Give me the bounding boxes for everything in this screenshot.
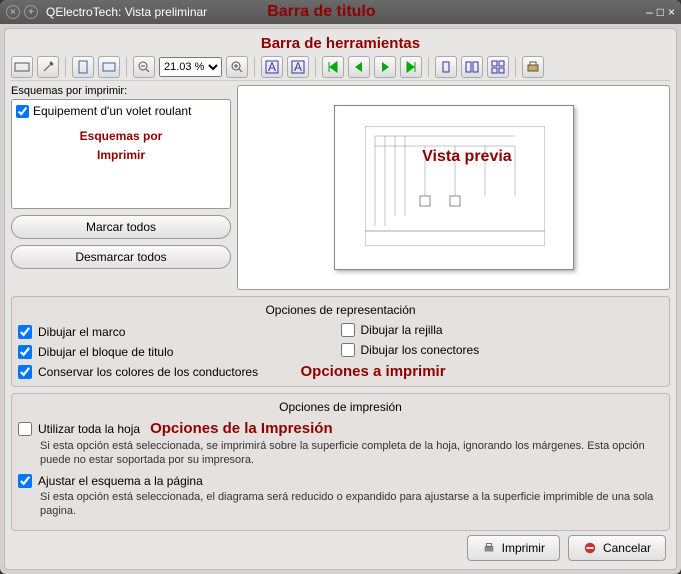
prev-page-icon[interactable] xyxy=(348,56,370,78)
print-icon[interactable] xyxy=(522,56,544,78)
zoom-out-icon[interactable] xyxy=(133,56,155,78)
tree-item-label: Equipement d'un volet roulant xyxy=(33,104,191,118)
use-all-desc: Si esta opción está seleccionada, se imp… xyxy=(40,439,663,468)
titlebar: × + QElectroTech: Vista preliminar Barra… xyxy=(0,0,681,24)
text-a2-icon[interactable]: A xyxy=(287,56,309,78)
preview-annotation: Vista previa xyxy=(422,148,512,166)
preview-canvas xyxy=(334,105,574,270)
minimize-icon[interactable]: – xyxy=(646,5,653,19)
layout-grid-icon[interactable] xyxy=(487,56,509,78)
footer: Imprimir Cancelar xyxy=(467,535,666,561)
chk-titleblock[interactable]: Dibujar el bloque de titulo xyxy=(18,345,341,359)
impr-annotation: Opciones de la Impresión xyxy=(150,420,333,437)
schemas-tree[interactable]: Equipement d'un volet roulant Esquemas p… xyxy=(11,99,231,209)
zoom-select[interactable]: 21.03 % xyxy=(159,57,222,77)
page-landscape-icon[interactable] xyxy=(98,56,120,78)
close2-icon[interactable]: × xyxy=(668,5,675,19)
dialog-body: Barra de herramientas 21.03 % A A Esquem… xyxy=(4,28,677,570)
chk-use-all[interactable]: Utilizar toda la hoja xyxy=(18,422,140,436)
page-portrait-icon[interactable] xyxy=(72,56,94,78)
layout-single-icon[interactable] xyxy=(435,56,457,78)
tree-annotation: Esquemas porImprimir xyxy=(16,126,226,164)
chk-colors[interactable]: Conservar los colores de los conductores xyxy=(18,365,341,379)
chk-connectors[interactable]: Dibujar los conectores xyxy=(341,343,664,357)
next-page-icon[interactable] xyxy=(374,56,396,78)
tree-item[interactable]: Equipement d'un volet roulant xyxy=(16,104,226,118)
schemas-label: Esquemas por imprimir: xyxy=(11,85,231,97)
print-button[interactable]: Imprimir xyxy=(467,535,560,561)
window-chrome: Barra de herramientas 21.03 % A A Esquem… xyxy=(0,24,681,574)
cancel-button[interactable]: Cancelar xyxy=(568,535,666,561)
window-title: QElectroTech: Vista preliminar xyxy=(46,5,207,19)
mark-all-button[interactable]: Marcar todos xyxy=(11,215,231,239)
tree-item-checkbox[interactable] xyxy=(16,105,29,118)
text-a1-icon[interactable]: A xyxy=(261,56,283,78)
impr-title: Opciones de impresión xyxy=(18,400,663,414)
repr-annotation: Opciones a imprimir xyxy=(301,363,664,380)
representation-section: Opciones de representación Dibujar el ma… xyxy=(11,296,670,387)
close-icon[interactable]: × xyxy=(6,5,20,19)
last-page-icon[interactable] xyxy=(400,56,422,78)
svg-text:A: A xyxy=(294,60,302,74)
chk-frame[interactable]: Dibujar el marco xyxy=(18,325,341,339)
layout-double-icon[interactable] xyxy=(461,56,483,78)
zoom-in-icon[interactable] xyxy=(226,56,248,78)
toolbar: 21.03 % A A xyxy=(11,54,670,81)
toolbar-annotation: Barra de herramientas xyxy=(11,35,670,52)
first-page-icon[interactable] xyxy=(322,56,344,78)
preview-area: Vista previa xyxy=(237,85,670,290)
print-section: Opciones de impresión Utilizar toda la h… xyxy=(11,393,670,531)
chk-grid[interactable]: Dibujar la rejilla xyxy=(341,323,664,337)
titlebar-annotation: Barra de titulo xyxy=(267,3,375,21)
view-wide-icon[interactable] xyxy=(11,56,33,78)
plus-icon[interactable]: + xyxy=(24,5,38,19)
maximize-icon[interactable]: □ xyxy=(657,5,664,19)
unmark-all-button[interactable]: Desmarcar todos xyxy=(11,245,231,269)
cancel-icon xyxy=(583,541,597,555)
fit-desc: Si esta opción está seleccionada, el dia… xyxy=(40,490,663,519)
printer-icon xyxy=(482,541,496,555)
repr-title: Opciones de representación xyxy=(18,303,663,317)
chk-fit[interactable]: Ajustar el esquema a la página xyxy=(18,474,663,488)
settings-icon[interactable] xyxy=(37,56,59,78)
svg-text:A: A xyxy=(268,60,276,74)
